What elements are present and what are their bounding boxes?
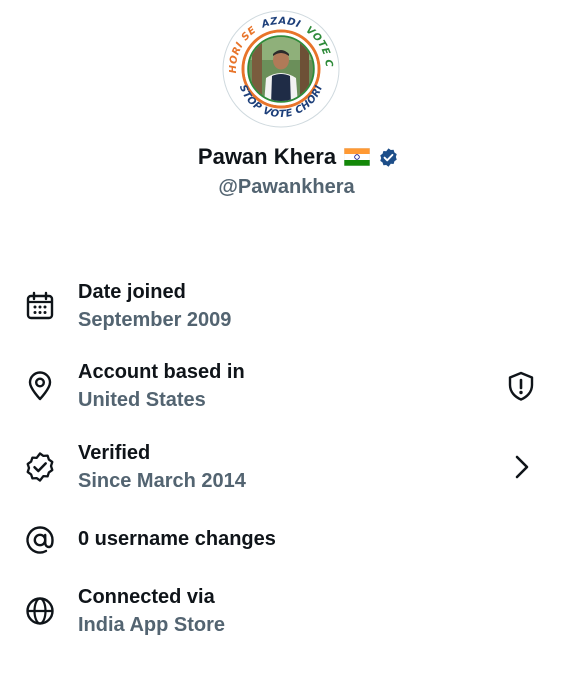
location-pin-icon bbox=[24, 370, 56, 402]
info-value: India App Store bbox=[78, 614, 226, 636]
info-row-account-based-in: Account based in United States bbox=[0, 360, 561, 420]
display-name: Pawan Khera bbox=[197, 144, 337, 169]
info-text-date-joined: Date joined September 2009 bbox=[78, 280, 231, 332]
at-sign-icon bbox=[24, 524, 56, 556]
info-title: 0 username changes bbox=[78, 528, 276, 550]
info-value: Since March 2014 bbox=[78, 470, 246, 492]
info-title: Verified bbox=[78, 442, 151, 464]
avatar[interactable]: VOTE CHORI SE AZADI VOTE CHORI SE STOP V… bbox=[222, 10, 340, 128]
info-row-connected-via: Connected via India App Store bbox=[0, 585, 561, 645]
info-title: Date joined bbox=[78, 281, 186, 303]
chevron-right-icon[interactable] bbox=[505, 451, 537, 483]
info-title: Account based in bbox=[78, 361, 245, 383]
profile-handle: @Pawankhera bbox=[218, 176, 355, 198]
info-text-account-based-in: Account based in United States bbox=[78, 360, 245, 412]
avatar-ring: VOTE CHORI SE AZADI VOTE CHORI SE STOP V… bbox=[222, 10, 340, 128]
about-account-page: VOTE CHORI SE AZADI VOTE CHORI SE STOP V… bbox=[0, 0, 561, 680]
info-value: September 2009 bbox=[78, 309, 232, 331]
info-text-connected-via: Connected via India App Store bbox=[78, 585, 225, 637]
info-row-username-changes: 0 username changes bbox=[0, 522, 561, 582]
info-title: Connected via bbox=[78, 586, 215, 608]
india-flag-icon bbox=[344, 148, 371, 166]
globe-icon bbox=[24, 595, 56, 627]
info-row-date-joined: Date joined September 2009 bbox=[0, 280, 561, 340]
shield-alert-icon[interactable] bbox=[505, 370, 537, 402]
info-text-username-changes: 0 username changes bbox=[78, 527, 276, 551]
info-row-verified[interactable]: Verified Since March 2014 bbox=[0, 441, 561, 501]
profile-name-row: Pawan Khera bbox=[0, 144, 561, 170]
info-value: United States bbox=[78, 389, 206, 411]
calendar-icon bbox=[24, 290, 56, 322]
info-text-verified: Verified Since March 2014 bbox=[78, 441, 246, 493]
verified-badge-icon[interactable] bbox=[378, 147, 399, 168]
verified-check-icon bbox=[24, 451, 56, 483]
